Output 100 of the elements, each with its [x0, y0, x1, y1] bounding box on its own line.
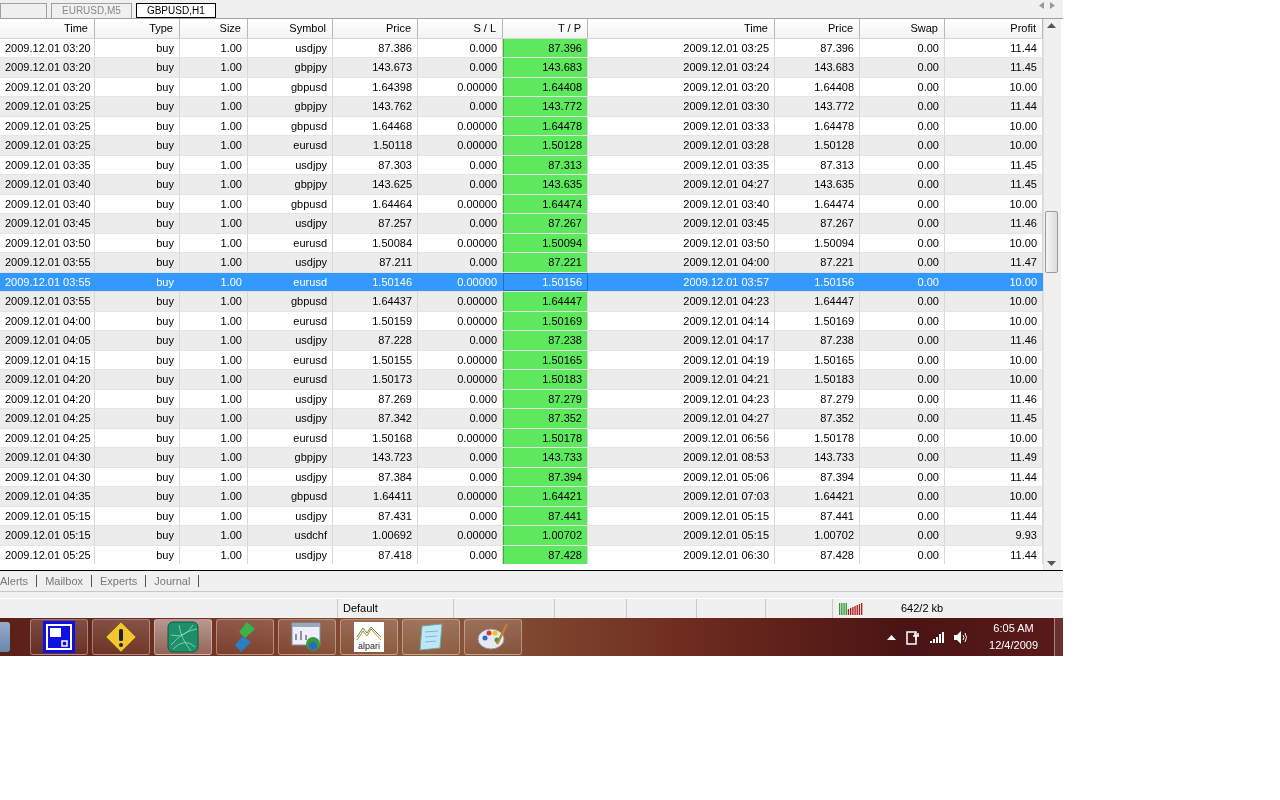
taskbar-button[interactable] — [464, 619, 522, 655]
table-cell: 87.267 — [503, 214, 588, 233]
scroll-up-icon[interactable] — [1047, 22, 1056, 28]
table-cell: 2009.12.01 08:53 — [588, 448, 775, 467]
table-cell: 87.228 — [333, 331, 418, 350]
table-cell: 87.221 — [775, 253, 860, 272]
table-cell: 87.352 — [503, 409, 588, 428]
table-row[interactable]: 2009.12.01 04:25 buy 1.00 usdjpy 87.342 0.000 87.352 2009.12.01 04:27 87.352 0.00 11.45 — [0, 409, 1043, 429]
warning-icon — [105, 621, 137, 653]
table-cell: 1.64411 — [333, 487, 418, 506]
table-cell: 1.00702 — [775, 526, 860, 545]
table-cell: 1.00 — [180, 545, 248, 564]
table-cell: 2009.12.01 05:15 — [0, 506, 95, 526]
table-row[interactable]: 2009.12.01 03:55 buy 1.00 gbpusd 1.64437 0.00000 1.64447 2009.12.01 04:23 1.64447 0.00 10.00 — [0, 292, 1043, 312]
table-cell: 2009.12.01 04:30 — [0, 448, 95, 467]
table-cell: gbpusd — [248, 77, 333, 97]
table-cell: 1.00 — [180, 194, 248, 214]
table-cell: 2009.12.01 03:20 — [0, 77, 95, 97]
clock[interactable]: 6:05 AM 12/4/2009 — [989, 620, 1038, 654]
column-header[interactable]: Time — [0, 18, 95, 38]
column-header[interactable]: Symbol — [248, 18, 333, 38]
table-cell: 2009.12.01 04:25 — [0, 409, 95, 428]
table-cell: 2009.12.01 03:20 — [588, 77, 775, 97]
table-cell: gbpjpy — [248, 175, 333, 194]
scroll-down-icon[interactable] — [1047, 561, 1056, 567]
terminal-tab[interactable]: Journal — [146, 575, 200, 587]
table-cell: 2009.12.01 03:45 — [0, 214, 95, 233]
chart-tab[interactable]: GBPUSD,H1 — [135, 2, 216, 18]
terminal-tab[interactable]: Alerts — [0, 575, 38, 587]
table-row[interactable]: 2009.12.01 05:25 buy 1.00 usdjpy 87.418 0.000 87.428 2009.12.01 06:30 87.428 0.00 11.44 — [0, 545, 1043, 564]
table-cell: 1.64447 — [775, 292, 860, 311]
show-desktop-button[interactable] — [1054, 618, 1063, 656]
table-cell: 87.221 — [503, 253, 588, 272]
table-cell: 2009.12.01 03:20 — [0, 58, 95, 77]
table-row[interactable]: 2009.12.01 03:25 buy 1.00 eurusd 1.50118 0.00000 1.50128 2009.12.01 03:28 1.50128 0.00 10.00 — [0, 136, 1043, 156]
table-row[interactable]: 2009.12.01 03:45 buy 1.00 usdjpy 87.257 0.000 87.267 2009.12.01 03:45 87.267 0.00 11.46 — [0, 214, 1043, 234]
table-cell: 2009.12.01 03:24 — [588, 58, 775, 77]
column-header[interactable]: Time — [588, 18, 775, 38]
table-cell: 1.50128 — [775, 136, 860, 155]
table-row[interactable]: 2009.12.01 03:55 buy 1.00 usdjpy 87.211 0.000 87.221 2009.12.01 04:00 87.221 0.00 11.47 — [0, 253, 1043, 273]
table-cell: 1.00 — [180, 77, 248, 97]
taskbar-button[interactable] — [92, 619, 150, 655]
table-cell: 1.50168 — [333, 428, 418, 448]
table-cell: 1.00 — [180, 116, 248, 136]
table-cell: buy — [95, 331, 180, 350]
table-row[interactable]: 2009.12.01 04:20 buy 1.00 eurusd 1.50173 0.00000 1.50183 2009.12.01 04:21 1.50183 0.00 10.00 — [0, 370, 1043, 390]
table-cell: 1.00 — [180, 428, 248, 448]
column-header[interactable]: Swap — [860, 18, 945, 38]
table-cell: buy — [95, 233, 180, 253]
table-cell: gbpjpy — [248, 58, 333, 77]
table-row[interactable]: 2009.12.01 04:30 buy 1.00 gbpjpy 143.723 0.000 143.733 2009.12.01 08:53 143.733 0.00 11.49 — [0, 448, 1043, 468]
table-cell: 143.635 — [775, 175, 860, 194]
table-cell: 0.00 — [860, 116, 945, 136]
column-header[interactable]: Size — [180, 18, 248, 38]
table-cell: usdjpy — [248, 545, 333, 564]
column-header[interactable]: Price — [775, 18, 860, 38]
table-cell: 0.00 — [860, 58, 945, 77]
table-cell: 2009.12.01 03:55 — [0, 253, 95, 272]
table-cell: 2009.12.01 05:15 — [0, 526, 95, 545]
table-cell: 1.50169 — [775, 311, 860, 331]
table-row[interactable]: 2009.12.01 05:15 buy 1.00 usdchf 1.00692 0.00000 1.00702 2009.12.01 05:15 1.00702 0.00 9.93 — [0, 526, 1043, 546]
table-cell: 2009.12.01 03:55 — [0, 292, 95, 311]
table-cell: 1.64474 — [775, 194, 860, 214]
taskbar-button[interactable] — [278, 619, 336, 655]
table-cell: 143.733 — [503, 448, 588, 467]
column-header[interactable]: Price — [333, 18, 418, 38]
table-cell: buy — [95, 292, 180, 311]
globe-icon — [167, 621, 199, 653]
table-row[interactable]: 2009.12.01 03:40 buy 1.00 gbpjpy 143.625 0.000 143.635 2009.12.01 04:27 143.635 0.00 11.45 — [0, 175, 1043, 195]
table-row[interactable]: 2009.12.01 04:35 buy 1.00 gbpusd 1.64411 0.00000 1.64421 2009.12.01 07:03 1.64421 0.00 10.00 — [0, 487, 1043, 507]
table-cell: 1.00702 — [503, 526, 588, 545]
column-header[interactable]: Type — [95, 18, 180, 38]
table-cell: 2009.12.01 03:50 — [0, 233, 95, 253]
table-cell: 2009.12.01 04:23 — [588, 389, 775, 409]
scroll-thumb[interactable] — [1045, 210, 1058, 273]
scrollbar[interactable] — [1043, 18, 1061, 571]
taskbar-button[interactable]: alpari — [340, 619, 398, 655]
table-cell: 87.352 — [775, 409, 860, 428]
table-cell: gbpusd — [248, 194, 333, 214]
signal-icon[interactable] — [930, 631, 945, 643]
table-row[interactable]: 2009.12.01 04:05 buy 1.00 usdjpy 87.228 0.000 87.238 2009.12.01 04:17 87.238 0.00 11.46 — [0, 331, 1043, 351]
show-hidden-icon[interactable] — [887, 634, 897, 640]
terminal-tab[interactable]: Mailbox — [37, 575, 93, 587]
table-cell: 143.625 — [333, 175, 418, 194]
table-cell: 87.269 — [333, 389, 418, 409]
volume-icon[interactable] — [954, 630, 970, 644]
table-row[interactable]: 2009.12.01 03:25 buy 1.00 gbpjpy 143.762 0.000 143.772 2009.12.01 03:30 143.772 0.00 11.44 — [0, 97, 1043, 117]
column-header[interactable]: S / L — [418, 18, 503, 38]
window-icon — [43, 621, 75, 653]
table-row[interactable]: 2009.12.01 03:20 buy 1.00 gbpjpy 143.673 0.000 143.683 2009.12.01 03:24 143.683 0.00 11.45 — [0, 58, 1043, 78]
table-cell: 0.00 — [860, 253, 945, 272]
terminal-tab[interactable]: Experts — [92, 575, 147, 587]
column-header[interactable]: T / P — [503, 18, 588, 38]
taskbar-button[interactable] — [30, 619, 88, 655]
table-cell: 1.64408 — [775, 77, 860, 97]
table-cell: 87.431 — [333, 506, 418, 526]
table-cell: 1.00 — [180, 292, 248, 311]
table-cell: usdjpy — [248, 331, 333, 350]
table-cell: 1.50118 — [333, 136, 418, 155]
table-cell: 0.00 — [860, 233, 945, 253]
